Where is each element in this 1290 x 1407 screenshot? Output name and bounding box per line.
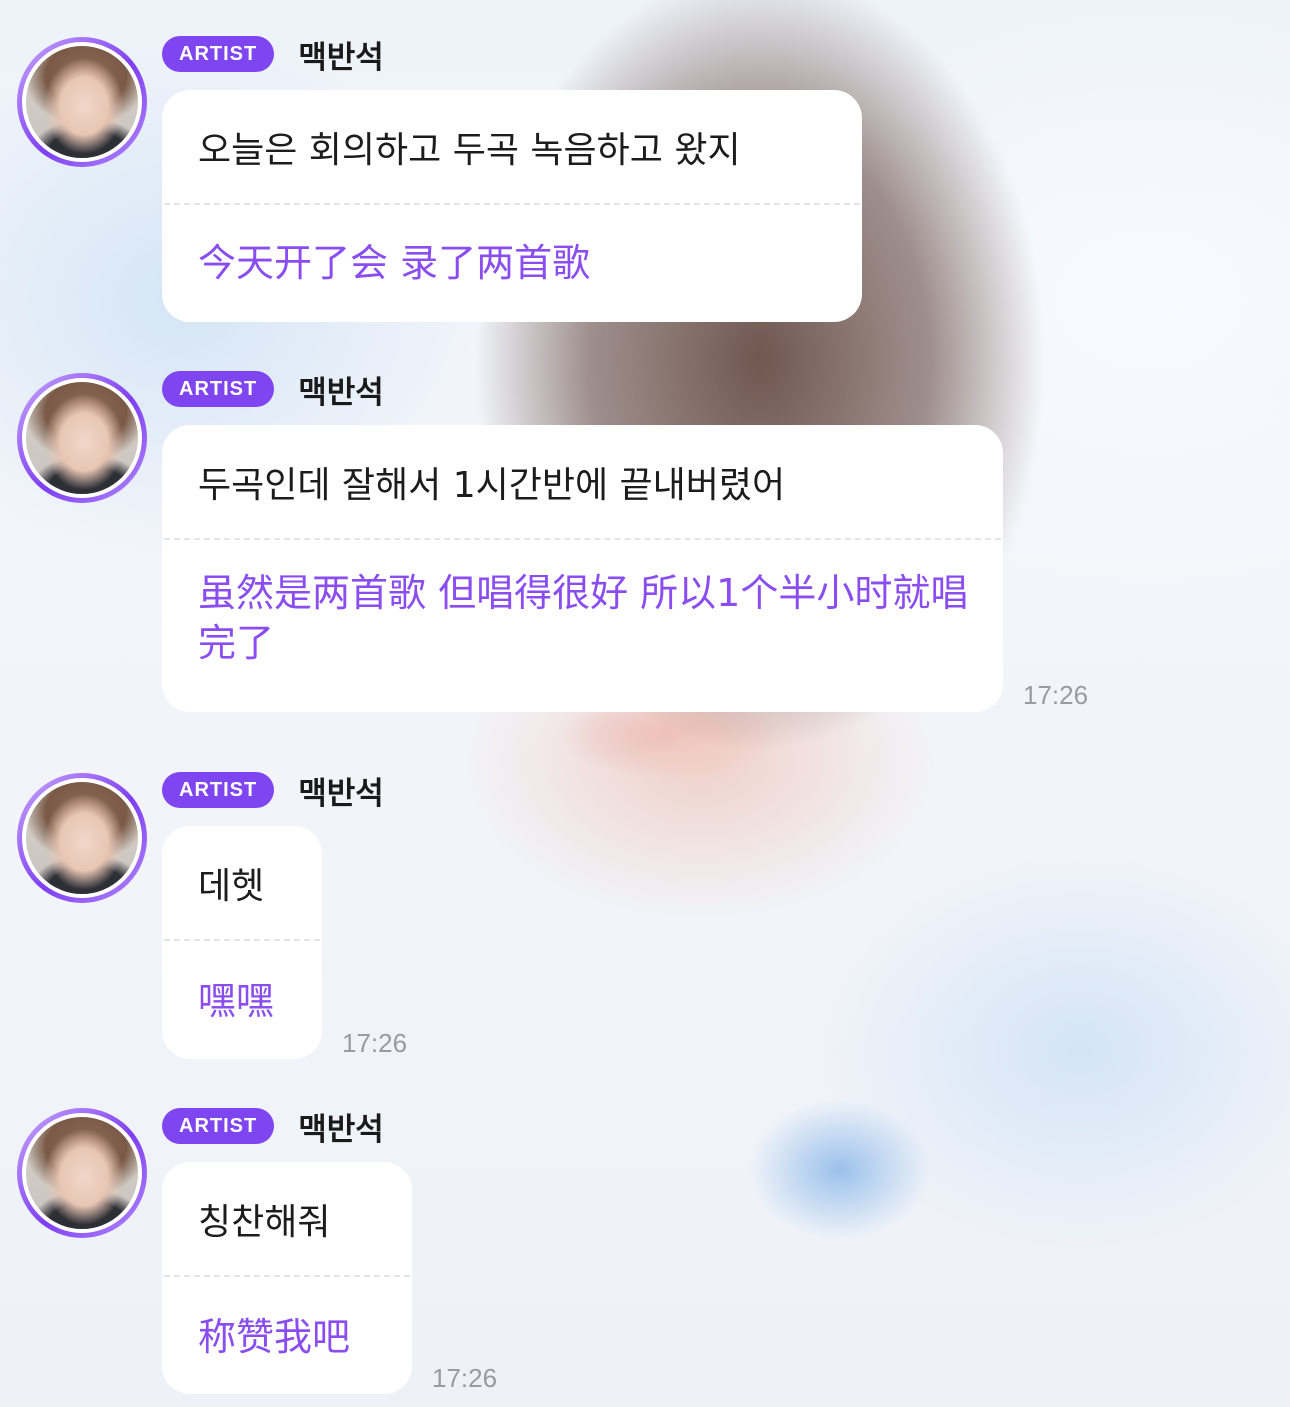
timestamp: 17:26	[1023, 680, 1089, 710]
translation-text: 嘿嘿	[198, 979, 275, 1023]
message-meta: ARTIST 맥반석	[162, 768, 384, 813]
avatar[interactable]	[17, 37, 147, 167]
message-meta: ARTIST 맥반석	[162, 367, 384, 412]
timestamp: 17:26	[432, 1363, 498, 1393]
sender-name[interactable]: 맥반석	[298, 367, 384, 412]
avatar-photo	[22, 778, 142, 898]
message-bubble[interactable]: 데헷 嘿嘿	[162, 826, 322, 1059]
translation-text: 称赞我吧	[198, 1315, 351, 1359]
avatar-photo	[22, 42, 142, 162]
artist-badge: ARTIST	[162, 772, 275, 808]
avatar-photo	[22, 378, 142, 498]
sender-name[interactable]: 맥반석	[298, 32, 384, 77]
avatar[interactable]	[17, 1108, 147, 1238]
sender-name[interactable]: 맥반석	[298, 768, 384, 813]
message-bubble[interactable]: 두곡인데 잘해서 1시간반에 끝내버렸어 虽然是两首歌 但唱得很好 所以1个半小…	[162, 425, 1003, 712]
artist-badge: ARTIST	[162, 1108, 275, 1144]
message-meta: ARTIST 맥반석	[162, 32, 384, 77]
message-bubble[interactable]: 오늘은 회의하고 두곡 녹음하고 왔지 今天开了会 录了两首歌	[162, 90, 862, 322]
translation-text: 虽然是两首歌 但唱得很好 所以1个半小时就唱完了	[198, 571, 969, 665]
artist-badge: ARTIST	[162, 36, 275, 72]
artist-badge: ARTIST	[162, 371, 275, 407]
translation-text: 今天开了会 录了两首歌	[198, 241, 591, 285]
original-text: 오늘은 회의하고 두곡 녹음하고 왔지	[198, 129, 741, 171]
original-text: 칭찬해줘	[198, 1201, 331, 1243]
avatar-photo	[22, 1113, 142, 1233]
message-meta: ARTIST 맥반석	[162, 1104, 384, 1149]
avatar[interactable]	[17, 773, 147, 903]
avatar[interactable]	[17, 373, 147, 503]
message-bubble[interactable]: 칭찬해줘 称赞我吧	[162, 1162, 412, 1394]
original-text: 두곡인데 잘해서 1시간반에 끝내버렸어	[198, 464, 786, 506]
timestamp: 17:26	[342, 1028, 408, 1058]
original-text: 데헷	[198, 865, 265, 907]
sender-name[interactable]: 맥반석	[298, 1104, 384, 1149]
